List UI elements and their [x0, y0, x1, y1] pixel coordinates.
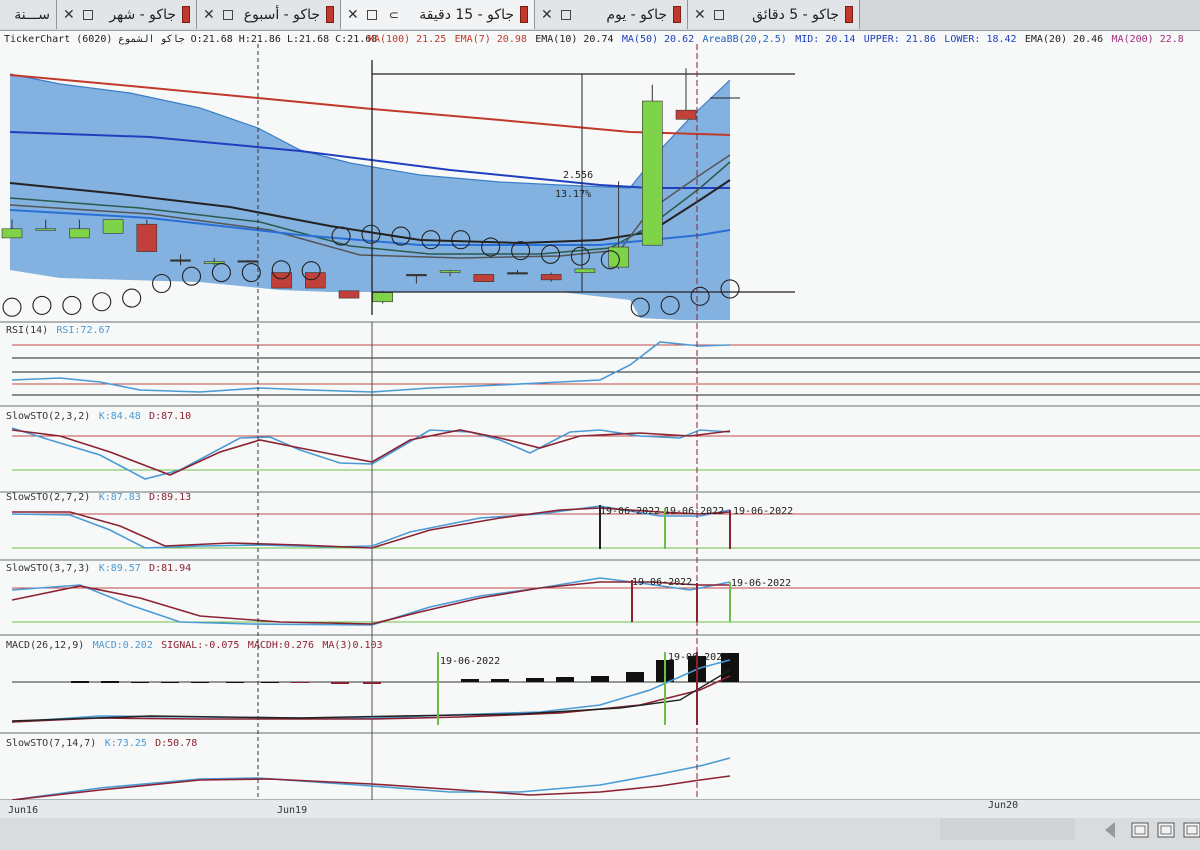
status-field: [940, 818, 1075, 840]
panel-title: MACD(26,12,9): [6, 640, 84, 651]
candle-body: [304, 272, 326, 289]
candle-body: [136, 223, 158, 252]
candle-body: [35, 228, 57, 231]
panel-title: SlowSTO(2,3,2): [6, 411, 90, 422]
indicator-5: MID: 20.14: [795, 34, 855, 45]
signal-date-label: 19-06-2022: [664, 506, 724, 517]
indicator-8: EMA(20) 20.46: [1025, 34, 1103, 45]
x-axis-bar: [0, 800, 1200, 818]
signal-date-label: 19-06-2022: [733, 506, 793, 517]
candle-body: [1, 228, 23, 239]
panel-title: SlowSTO(2,7,2): [6, 492, 90, 503]
candle-body: [439, 270, 461, 273]
candle-body: [237, 260, 259, 263]
window-tile-icon[interactable]: [1157, 822, 1175, 838]
candle-body: [102, 219, 124, 234]
measure-value-label: 2.556: [563, 170, 593, 181]
panel-value: MA(3)0.103: [322, 640, 382, 651]
panel-value: K:89.57: [99, 563, 141, 574]
panel-value: K:84.48: [99, 411, 141, 422]
signal-date-label: 19-06-2022: [668, 652, 728, 663]
macd-histogram-bar: [131, 682, 149, 683]
x-axis-label: Jun19: [277, 805, 307, 816]
macd-histogram-bar: [461, 679, 479, 682]
macd-histogram-bar: [161, 682, 179, 683]
panel-value: D:50.78: [155, 738, 197, 749]
panel-value: RSI:72.67: [56, 325, 110, 336]
panel-value: K:73.25: [105, 738, 147, 749]
macd-histogram-bar: [226, 682, 244, 683]
indicator-4: AreaBB(20,2.5): [703, 34, 787, 45]
panel-value: K:87.83: [99, 492, 141, 503]
macd-histogram-bar: [101, 681, 119, 683]
macd-histogram-bar: [191, 682, 209, 683]
candle-body: [338, 290, 360, 299]
macd-histogram-bar: [556, 677, 574, 682]
indicator-0: MA(100) 21.25: [368, 34, 446, 45]
window-restore-icon[interactable]: [1131, 822, 1149, 838]
candle-body: [675, 109, 697, 120]
signal-date-label: 19-06-2022: [440, 656, 500, 667]
window-cascade-icon[interactable]: [1183, 822, 1200, 838]
macd-histogram-bar: [291, 682, 309, 683]
panel-title: SlowSTO(7,14,7): [6, 738, 96, 749]
macd-histogram-bar: [71, 681, 89, 683]
macd-histogram-bar: [626, 672, 644, 682]
macd-histogram-bar: [526, 678, 544, 682]
x-axis-label: Jun16: [8, 805, 38, 816]
panel-value: D:89.13: [149, 492, 191, 503]
indicator-2: EMA(10) 20.74: [535, 34, 613, 45]
panel-value: D:81.94: [149, 563, 191, 574]
macd-histogram-bar: [261, 682, 279, 683]
signal-date-label: 19-06-2022: [600, 506, 660, 517]
candle-body: [69, 228, 90, 239]
candle-body: [574, 268, 596, 273]
indicator-6: UPPER: 21.86: [864, 34, 936, 45]
panel-value: SIGNAL:-0.075: [161, 640, 239, 651]
signal-date-label: 19-06-2022: [731, 578, 791, 589]
signal-date-label: 19-06-2022: [632, 577, 692, 588]
indicator-7: LOWER: 18.42: [944, 34, 1016, 45]
panel-value: MACD:0.202: [93, 640, 153, 651]
indicator-9: MA(200) 22.8: [1112, 34, 1184, 45]
panel-value: D:87.10: [149, 411, 191, 422]
candle-body: [372, 292, 394, 303]
panel-title: SlowSTO(3,7,3): [6, 563, 90, 574]
chart-area[interactable]: 2.556 13.17% TickerChart (6020) جاكو الشمو…: [0, 0, 1200, 850]
macd-histogram-bar: [331, 682, 349, 684]
indicator-3: MA(50) 20.62: [622, 34, 694, 45]
candle-body: [170, 259, 191, 262]
candle-body: [507, 272, 528, 275]
candle-body: [641, 100, 663, 246]
x-axis-label: Jun20: [988, 800, 1018, 811]
panel-title: RSI(14): [6, 325, 48, 336]
candle-body: [473, 274, 495, 282]
candle-body: [540, 274, 562, 281]
indicator-1: EMA(7) 20.98: [455, 34, 527, 45]
macd-histogram-bar: [491, 679, 509, 682]
ticker-label: TickerChart (6020) جاكو الشموع O:21.68 H…: [4, 34, 377, 45]
measure-percent-label: 13.17%: [555, 189, 591, 200]
candle-body: [406, 274, 427, 277]
macd-histogram-bar: [591, 676, 609, 682]
